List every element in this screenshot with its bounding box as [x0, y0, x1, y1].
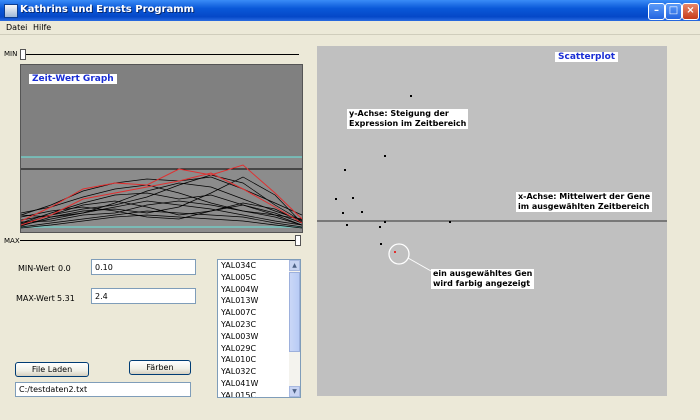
- scroll-thumb[interactable]: [289, 272, 300, 352]
- min-input[interactable]: 0.10: [91, 259, 196, 275]
- minimize-icon: –: [654, 5, 659, 16]
- min-value: 0.0: [58, 264, 71, 273]
- max-value: 5.31: [57, 294, 75, 303]
- app-window: Kathrins und Ernsts Programm – □ × Datei…: [0, 0, 700, 420]
- gene-list-item[interactable]: YAL013W: [218, 295, 300, 307]
- gene-list-item[interactable]: YAL004W: [218, 284, 300, 296]
- gene-list[interactable]: YAL034C YAL005C YAL004W YAL013W YAL007C YAL02…: [217, 259, 301, 398]
- gene-list-item[interactable]: YAL041W: [218, 378, 300, 390]
- max-slider-track[interactable]: [20, 240, 301, 241]
- gene-list-item[interactable]: YAL015C: [218, 390, 300, 397]
- gene-list-item[interactable]: YAL003W: [218, 331, 300, 343]
- gene-list-item[interactable]: YAL023C: [218, 319, 300, 331]
- color-button[interactable]: Färben: [129, 360, 191, 375]
- title-bar[interactable]: Kathrins und Ernsts Programm – □ ×: [0, 0, 700, 21]
- app-icon: [4, 4, 18, 18]
- load-file-button[interactable]: File Laden: [15, 362, 89, 377]
- window-title: Kathrins und Ernsts Programm: [20, 4, 195, 15]
- min-value-label: MIN-Wert: [18, 264, 55, 273]
- min-slider-label: MIN: [4, 50, 18, 58]
- menu-bar: Datei Hilfe: [0, 21, 700, 35]
- maximize-icon: □: [668, 5, 679, 16]
- max-slider-label: MAX: [4, 237, 20, 245]
- max-value-label: MAX-Wert: [16, 294, 55, 303]
- maximize-button[interactable]: □: [665, 3, 682, 20]
- min-slider-track[interactable]: [20, 54, 299, 55]
- scroll-down-icon[interactable]: ▼: [289, 386, 300, 397]
- x-axis-annotation: x-Achse: Mittelwert der Gene im ausgewäh…: [516, 192, 653, 212]
- selected-gene-annotation: ein ausgewähltes Gen wird farbig angezei…: [431, 269, 535, 289]
- gene-list-item[interactable]: YAL005C: [218, 272, 300, 284]
- menu-help[interactable]: Hilfe: [33, 23, 51, 32]
- graph-title: Zeit-Wert Graph: [29, 74, 117, 84]
- gene-list-scrollbar[interactable]: ▲ ▼: [289, 260, 300, 397]
- scroll-up-icon[interactable]: ▲: [289, 260, 300, 271]
- time-value-graph: Zeit-Wert Graph: [20, 64, 303, 233]
- close-icon: ×: [686, 5, 695, 16]
- close-button[interactable]: ×: [682, 3, 699, 20]
- scatterplot-panel: Scatterplot y-Achse: Steigung der Expres…: [317, 46, 667, 396]
- gene-list-items: YAL034C YAL005C YAL004W YAL013W YAL007C YAL02…: [218, 260, 300, 397]
- file-path-input[interactable]: C:/testdaten2.txt: [15, 382, 191, 397]
- min-slider-thumb[interactable]: [20, 49, 26, 60]
- time-value-plot: [21, 156, 302, 232]
- menu-file[interactable]: Datei: [6, 23, 27, 32]
- gene-list-item[interactable]: YAL007C: [218, 307, 300, 319]
- gene-list-item[interactable]: YAL029C: [218, 343, 300, 355]
- scatterplot-title: Scatterplot: [555, 52, 619, 62]
- scatterplot-canvas: [317, 95, 667, 272]
- gene-list-item[interactable]: YAL034C: [218, 260, 300, 272]
- y-axis-annotation: y-Achse: Steigung der Expression im Zeit…: [347, 109, 469, 129]
- gene-list-item[interactable]: YAL010C: [218, 354, 300, 366]
- max-input[interactable]: 2.4: [91, 288, 196, 304]
- max-slider-thumb[interactable]: [295, 235, 301, 246]
- minimize-button[interactable]: –: [648, 3, 665, 20]
- gene-list-item[interactable]: YAL032C: [218, 366, 300, 378]
